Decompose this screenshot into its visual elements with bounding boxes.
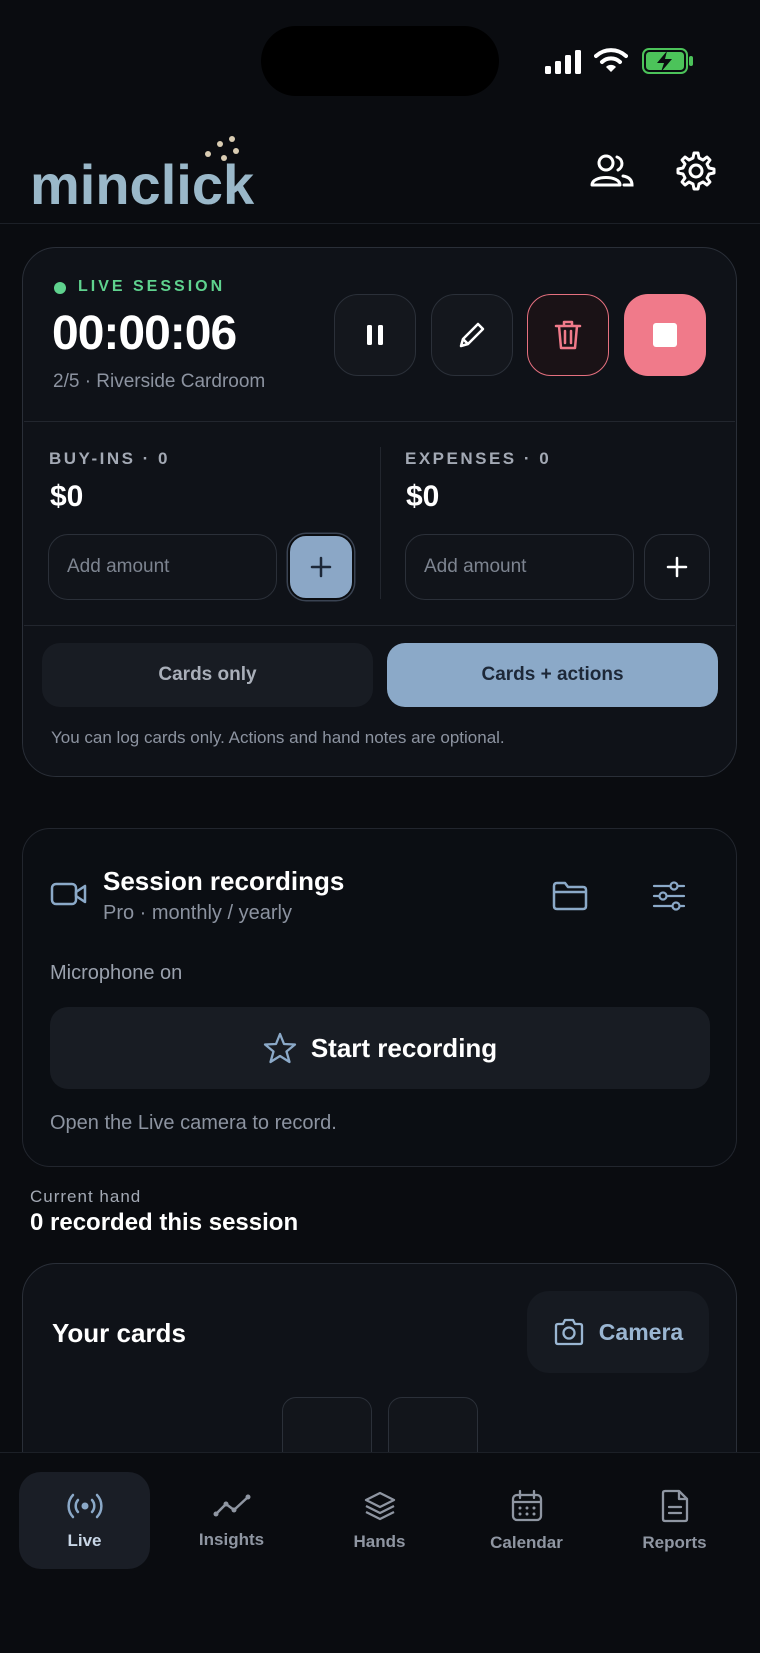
- section-divider: [24, 421, 735, 422]
- buyins-label: BUY-INS · 0: [49, 449, 171, 468]
- nav-tab-live[interactable]: Live: [19, 1472, 150, 1569]
- camera-button[interactable]: Camera: [527, 1291, 709, 1373]
- trash-icon: [554, 320, 582, 350]
- stop-icon: [653, 323, 677, 347]
- mode-cards-actions-button[interactable]: Cards + actions: [387, 643, 718, 707]
- gear-icon: [676, 151, 716, 191]
- edit-session-button[interactable]: [431, 294, 513, 376]
- pause-icon: [367, 325, 383, 345]
- add-buyin-button[interactable]: [288, 534, 354, 600]
- nav-label-hands: Hands: [353, 1531, 406, 1551]
- plus-icon: [310, 556, 332, 578]
- live-status-dot: [54, 282, 66, 294]
- people-icon: [590, 154, 634, 187]
- delete-session-button[interactable]: [527, 294, 609, 376]
- recordings-folder-button[interactable]: [548, 876, 592, 916]
- add-expense-button[interactable]: [644, 534, 710, 600]
- sliders-icon: [652, 881, 686, 911]
- mode-hint: You can log cards only. Actions and hand…: [51, 728, 505, 747]
- session-details: 2/5 · Riverside Cardroom: [53, 371, 266, 392]
- dynamic-island: [261, 26, 499, 96]
- recording-settings-button[interactable]: [647, 876, 691, 916]
- expenses-amount: $0: [406, 480, 440, 513]
- cellular-signal-icon: [545, 50, 581, 74]
- recordings-subtitle: Pro · monthly / yearly: [103, 902, 292, 924]
- settings-button[interactable]: [670, 145, 722, 197]
- nav-label-insights: Insights: [198, 1529, 265, 1549]
- nav-label-calendar: Calendar: [490, 1532, 563, 1552]
- nav-label-live: Live: [67, 1530, 102, 1550]
- nav-tab-reports[interactable]: Reports: [609, 1472, 740, 1569]
- start-recording-label: Start recording: [310, 1032, 498, 1063]
- nav-label-reports: Reports: [642, 1532, 707, 1552]
- buyins-amount: $0: [50, 480, 84, 513]
- plus-icon: [666, 556, 688, 578]
- expenses-amount-input[interactable]: Add amount: [405, 534, 634, 600]
- video-camera-icon: [50, 882, 87, 906]
- pencil-icon: [459, 322, 485, 348]
- folder-icon: [552, 881, 588, 911]
- logo-dots-icon: [205, 136, 239, 161]
- buyins-amount-input[interactable]: Add amount: [48, 534, 277, 600]
- stop-session-button[interactable]: [624, 294, 706, 376]
- column-divider: [380, 447, 381, 599]
- microphone-status: Microphone on: [50, 962, 183, 984]
- expenses-label: EXPENSES · 0: [405, 449, 552, 468]
- nav-tab-hands[interactable]: Hands: [314, 1472, 445, 1569]
- wifi-icon: [594, 48, 628, 72]
- camera-label: Camera: [598, 1318, 684, 1345]
- section-divider: [24, 625, 735, 626]
- current-hand-count: 0 recorded this session: [30, 1209, 299, 1236]
- camera-icon: [554, 1318, 583, 1346]
- your-cards-title: Your cards: [52, 1318, 186, 1348]
- players-button[interactable]: [586, 145, 638, 197]
- nav-tab-insights[interactable]: Insights: [166, 1472, 297, 1569]
- calendar-icon: [511, 1489, 542, 1521]
- header-divider: [0, 223, 760, 224]
- start-recording-button[interactable]: Start recording: [50, 1007, 710, 1089]
- recordings-title: Session recordings: [103, 866, 345, 896]
- mode-cards-only-button[interactable]: Cards only: [42, 643, 373, 707]
- battery-charging-icon: [642, 48, 693, 74]
- recordings-hint: Open the Live camera to record.: [50, 1112, 337, 1134]
- layers-icon: [364, 1491, 395, 1520]
- current-hand-label: Current hand: [30, 1187, 142, 1206]
- star-icon: [263, 1032, 296, 1064]
- nav-tab-calendar[interactable]: Calendar: [461, 1472, 592, 1569]
- trend-line-icon: [213, 1494, 250, 1516]
- pause-button[interactable]: [334, 294, 416, 376]
- broadcast-icon: [66, 1493, 103, 1518]
- live-session-label: LIVE SESSION: [78, 278, 226, 295]
- document-icon: [661, 1489, 688, 1522]
- session-timer: 00:00:06: [52, 307, 237, 360]
